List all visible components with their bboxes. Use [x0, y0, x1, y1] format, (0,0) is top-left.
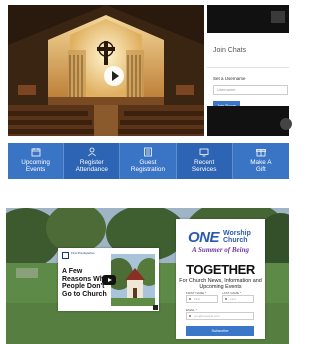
- chat-title: Join Chats: [207, 33, 289, 68]
- register-attendance-link[interactable]: Register Attendance: [64, 143, 121, 179]
- username-input[interactable]: Username: [213, 85, 288, 95]
- church-logo-icon: [62, 252, 69, 259]
- brand-church: Church: [223, 237, 248, 244]
- make-a-gift-label: Make A Gift: [250, 159, 272, 173]
- youtube-play-icon[interactable]: [102, 275, 116, 285]
- signup-subheading: For Church News, Information and Upcomin…: [179, 278, 262, 290]
- last-name-field[interactable]: Last: [222, 295, 254, 303]
- chat-toggle-icon[interactable]: [271, 11, 285, 23]
- sanctuary-video[interactable]: [8, 5, 204, 136]
- upcoming-events-link[interactable]: Upcoming Events: [8, 143, 65, 179]
- chat-panel: Join Chats Set a Username Username Join …: [207, 5, 289, 136]
- calendar-icon: [31, 148, 40, 157]
- person-icon: [87, 147, 96, 157]
- brand-worship: Worship: [223, 230, 251, 237]
- newsletter-signup-card: ONE Worship Church A Summer of Being TOG…: [176, 219, 265, 339]
- scroll-arrow-icon[interactable]: [280, 118, 292, 130]
- play-icon[interactable]: [104, 66, 124, 86]
- guest-registration-link[interactable]: Guest Registration: [120, 143, 177, 179]
- tv-icon: [199, 148, 209, 157]
- chat-footer-bar: [207, 106, 289, 136]
- gift-icon: [255, 149, 266, 157]
- fullscreen-icon[interactable]: [153, 305, 158, 310]
- form-icon: [144, 147, 152, 157]
- first-name-field[interactable]: First: [186, 295, 218, 303]
- make-a-gift-link[interactable]: Make A Gift: [232, 143, 289, 179]
- upcoming-events-label: Upcoming Events: [21, 159, 50, 173]
- email-field[interactable]: you@example.com: [186, 312, 254, 320]
- church-building-image: [111, 254, 155, 306]
- subscribe-button[interactable]: Subscribe: [186, 326, 254, 336]
- church-logo-text: First Presbyterian: [71, 251, 95, 255]
- newsletter-section: First Presbyterian A Few Reasons Why Peo…: [6, 208, 289, 344]
- quick-links-bar: Upcoming Events Register Attendance Guest R…: [8, 143, 289, 179]
- headline: TOGETHER: [186, 262, 255, 277]
- tagline: A Summer of Being: [192, 246, 249, 254]
- register-attendance-label: Register Attendance: [75, 159, 108, 173]
- username-label: Set a Username: [213, 76, 246, 81]
- brand-one: ONE: [188, 229, 220, 246]
- chat-header-bar: [207, 5, 289, 33]
- recent-services-link[interactable]: Recent Services: [176, 143, 233, 179]
- guest-registration-label: Guest Registration: [130, 159, 166, 173]
- recent-services-label: Recent Services: [191, 159, 217, 173]
- promo-video-card[interactable]: First Presbyterian A Few Reasons Why Peo…: [58, 248, 159, 311]
